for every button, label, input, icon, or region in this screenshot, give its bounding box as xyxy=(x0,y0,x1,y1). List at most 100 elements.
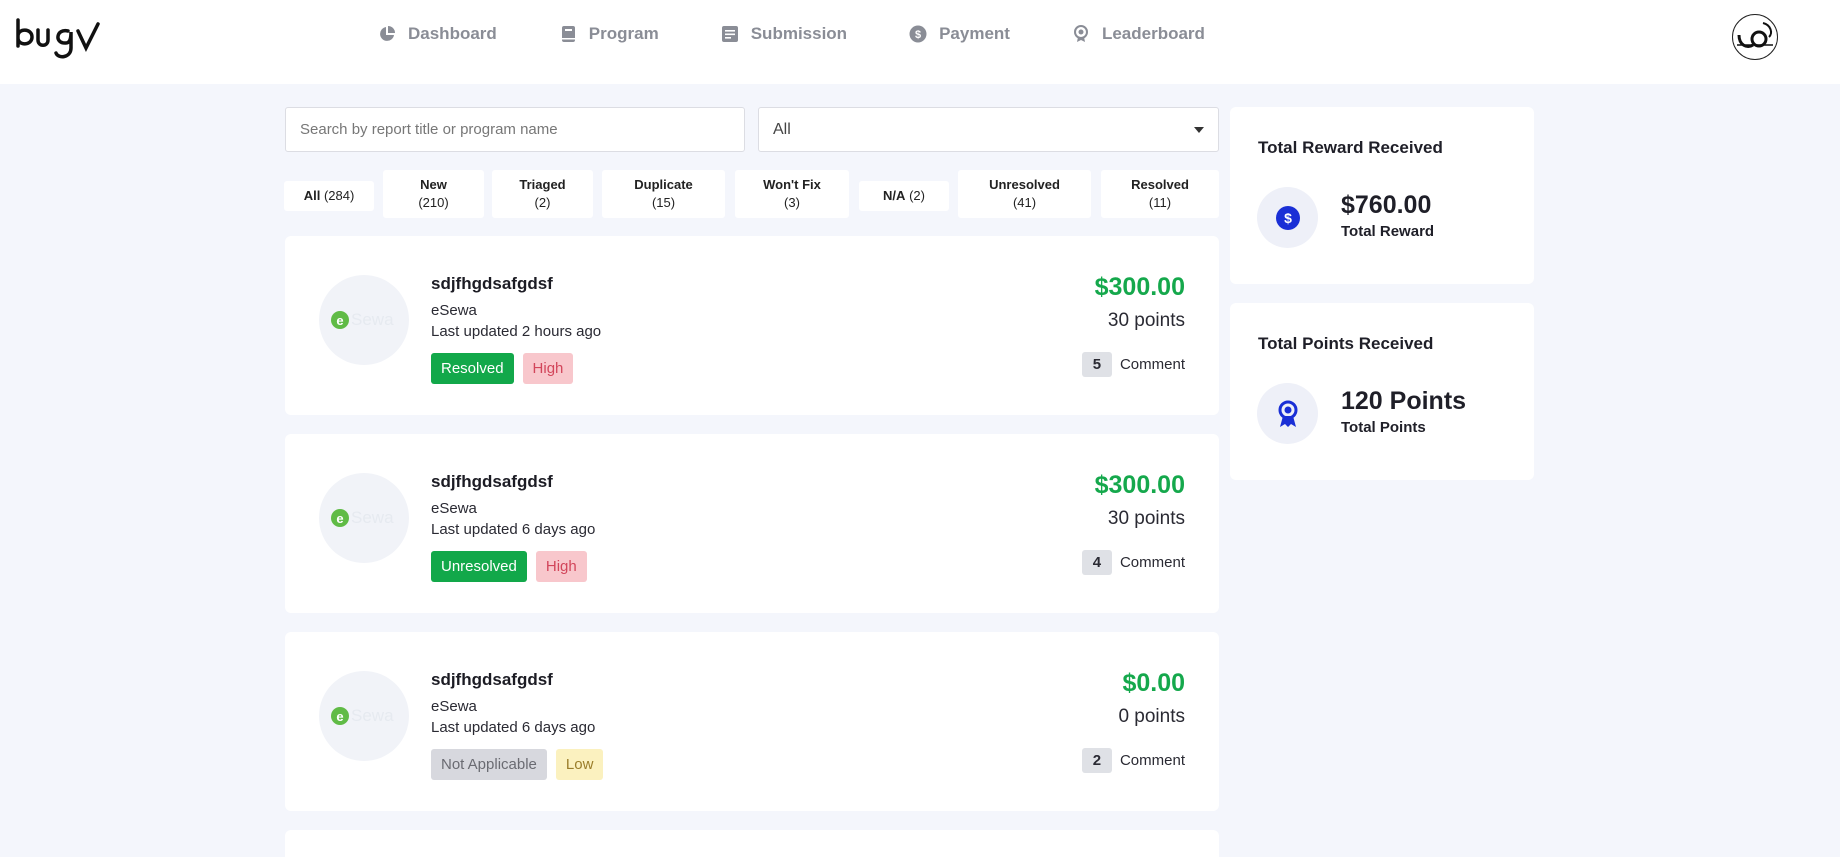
filter-tab-duplicate[interactable]: Duplicate (15) xyxy=(602,170,725,218)
esewa-logo-mark: Sewa xyxy=(351,706,394,725)
filter-count: (11) xyxy=(1148,195,1172,210)
filter-tab-resolved[interactable]: Resolved (11) xyxy=(1101,170,1219,218)
nav-label: Leaderboard xyxy=(1101,24,1205,43)
chevron-down-icon xyxy=(1194,126,1204,133)
nav-label: Program xyxy=(588,24,659,43)
dollar-circle-icon: $ xyxy=(1257,187,1318,248)
nav-leaderboard[interactable]: Leaderboard xyxy=(1072,24,1205,44)
report-updated: Last updated 6 days ago xyxy=(431,719,596,736)
dollar-coin-icon: $ xyxy=(909,25,927,43)
total-reward-card: Total Reward Received $ $760.00 Total Re… xyxy=(1230,107,1534,284)
stat-label: Total Reward xyxy=(1341,223,1435,240)
top-navbar: Dashboard Program Submission $ Payment L… xyxy=(0,0,1840,84)
filter-label: Resolved xyxy=(1131,177,1189,192)
filter-count: (2) xyxy=(909,188,925,203)
stat-title: Total Reward Received xyxy=(1258,138,1443,157)
user-avatar-icon[interactable] xyxy=(1732,14,1778,60)
svg-text:$: $ xyxy=(1284,210,1292,226)
report-program: eSewa xyxy=(431,500,477,517)
program-logo: e Sewa xyxy=(319,473,409,563)
filter-count: (284) xyxy=(323,188,355,203)
stat-title: Total Points Received xyxy=(1258,334,1434,353)
book-icon xyxy=(559,25,577,43)
severity-badge: Low xyxy=(555,749,604,780)
stat-label: Total Points xyxy=(1341,419,1426,436)
esewa-logo-mark: Sewa xyxy=(351,310,394,329)
status-badge: Not Applicable xyxy=(431,749,547,780)
document-icon xyxy=(721,25,739,43)
report-title[interactable]: sdjfhgdsafgdsf xyxy=(431,472,553,492)
report-amount: $300.00 xyxy=(1094,273,1185,301)
comment-count: 4 xyxy=(1081,550,1112,575)
filter-label: Triaged xyxy=(519,177,566,192)
report-title[interactable]: sdjfhgdsafgdsf xyxy=(431,670,553,690)
report-program: eSewa xyxy=(431,698,477,715)
severity-badge: High xyxy=(522,353,574,384)
filter-label: Won't Fix xyxy=(763,177,821,192)
report-points: 30 points xyxy=(1107,310,1185,331)
filter-label: All xyxy=(303,188,321,203)
esewa-logo-icon: e xyxy=(331,311,349,329)
pie-chart-icon xyxy=(378,25,396,43)
report-card[interactable]: e Sewa sdjfhgdsafgdsf eSewa Last updated … xyxy=(285,236,1219,415)
nav-payment[interactable]: $ Payment xyxy=(909,24,1010,44)
report-comments[interactable]: 5 Comment xyxy=(1081,352,1185,377)
report-card[interactable] xyxy=(285,830,1219,857)
report-amount: $300.00 xyxy=(1094,471,1185,499)
filter-tab-triaged[interactable]: Triaged (2) xyxy=(492,170,593,218)
status-badge: Unresolved xyxy=(431,551,527,582)
report-program: eSewa xyxy=(431,302,477,319)
nav-label: Payment xyxy=(939,24,1010,43)
report-points: 0 points xyxy=(1118,706,1185,727)
report-card[interactable]: e Sewa sdjfhgdsafgdsf eSewa Last updated … xyxy=(285,632,1219,811)
filter-count: (41) xyxy=(1012,195,1037,210)
filter-label: Unresolved xyxy=(989,177,1060,192)
filter-count: (210) xyxy=(418,195,449,210)
report-tags: Not Applicable Low xyxy=(431,749,612,780)
report-card[interactable]: e Sewa sdjfhgdsafgdsf eSewa Last updated … xyxy=(285,434,1219,613)
filter-count: (15) xyxy=(651,195,676,210)
award-ribbon-icon xyxy=(1257,383,1318,444)
report-tags: Resolved High xyxy=(431,353,582,384)
search-input[interactable] xyxy=(285,107,745,152)
status-badge: Resolved xyxy=(431,353,514,384)
comment-label: Comment xyxy=(1119,356,1185,373)
svg-text:$: $ xyxy=(915,29,921,41)
report-title[interactable]: sdjfhgdsafgdsf xyxy=(431,274,553,294)
filter-tab-na[interactable]: N/A (2) xyxy=(859,181,949,211)
esewa-logo-mark: Sewa xyxy=(351,508,394,527)
report-updated: Last updated 2 hours ago xyxy=(431,323,602,340)
filter-label: N/A xyxy=(883,188,906,203)
total-points-card: Total Points Received 120 Points Total P… xyxy=(1230,303,1534,480)
esewa-logo-icon: e xyxy=(331,707,349,725)
report-comments[interactable]: 4 Comment xyxy=(1081,550,1185,575)
filter-label: New xyxy=(420,177,447,192)
bugv-logo[interactable] xyxy=(14,14,104,60)
nav-submission[interactable]: Submission xyxy=(721,24,847,44)
filter-tab-wont-fix[interactable]: Won't Fix (3) xyxy=(735,170,849,218)
status-select[interactable]: All xyxy=(758,107,1219,152)
program-logo: e Sewa xyxy=(319,671,409,761)
main-nav: Dashboard Program Submission $ Payment L… xyxy=(378,24,1267,44)
filter-tab-new[interactable]: New (210) xyxy=(383,170,484,218)
report-comments[interactable]: 2 Comment xyxy=(1081,748,1185,773)
program-logo: e Sewa xyxy=(319,275,409,365)
nav-program[interactable]: Program xyxy=(559,24,659,44)
medal-icon xyxy=(1072,25,1090,43)
report-points: 30 points xyxy=(1107,508,1185,529)
stat-value: 120 Points xyxy=(1341,387,1467,415)
comment-count: 5 xyxy=(1081,352,1112,377)
severity-badge: High xyxy=(535,551,587,582)
stat-value: $760.00 xyxy=(1341,191,1432,219)
nav-dashboard[interactable]: Dashboard xyxy=(378,24,497,44)
nav-label: Dashboard xyxy=(408,24,497,43)
comment-label: Comment xyxy=(1119,554,1185,571)
filter-label: Duplicate xyxy=(634,177,693,192)
filter-tab-all[interactable]: All (284) xyxy=(284,181,374,211)
comment-label: Comment xyxy=(1119,752,1185,769)
esewa-logo-icon: e xyxy=(331,509,349,527)
comment-count: 2 xyxy=(1081,748,1112,773)
status-select-value: All xyxy=(773,120,791,138)
report-tags: Unresolved High xyxy=(431,551,596,582)
filter-tab-unresolved[interactable]: Unresolved (41) xyxy=(958,170,1091,218)
